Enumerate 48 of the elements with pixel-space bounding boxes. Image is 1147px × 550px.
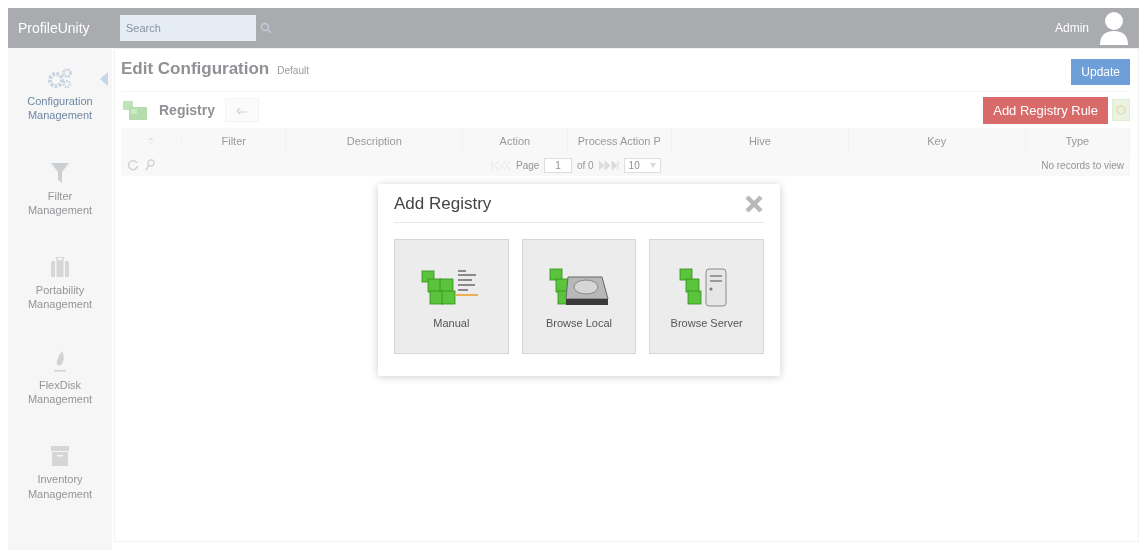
back-button[interactable] [225, 98, 260, 122]
page-input[interactable]: 1 [544, 157, 572, 173]
option-tile[interactable]: Manual [394, 239, 509, 354]
column-header[interactable]: Description [286, 128, 464, 154]
empty-message: No records to view [1041, 159, 1124, 171]
sidebar-item[interactable]: Portability Management [8, 255, 112, 312]
search-icon[interactable] [145, 159, 155, 171]
cubes-with-hard-drive-icon [548, 267, 610, 307]
sidebar-item[interactable]: Filter Management [8, 160, 112, 218]
settings-button[interactable] [1112, 99, 1130, 121]
back-arrow-icon [236, 106, 249, 114]
update-button[interactable]: Update [1071, 59, 1130, 85]
search-field[interactable]: Search [120, 15, 256, 41]
user-name[interactable]: Admin [1055, 21, 1089, 35]
flame-icon [53, 350, 67, 373]
option-tile[interactable]: Browse Server [649, 239, 764, 354]
column-header[interactable]: Key [848, 128, 1026, 154]
sidebar-item[interactable]: FlexDisk Management [8, 349, 112, 407]
archive-icon [51, 446, 69, 467]
sort-icon[interactable] [148, 137, 154, 145]
add-registry-rule-button[interactable]: Add Registry Rule [983, 96, 1108, 124]
page-subtitle: Default [277, 65, 309, 76]
column-header[interactable]: Filter [182, 128, 287, 154]
column-header[interactable]: Type [1025, 128, 1130, 154]
page-label: Page [516, 159, 540, 171]
sidebar-item[interactable]: Inventory Management [8, 444, 112, 501]
last-page-icon[interactable] [598, 160, 619, 170]
column-header[interactable]: Action [463, 128, 568, 154]
search-icon[interactable] [260, 22, 272, 34]
dialog-title: Add Registry [394, 194, 492, 214]
registry-cubes-icon [121, 99, 149, 121]
page-title: Edit Configuration [121, 59, 270, 79]
column-header[interactable]: Hive [672, 128, 849, 154]
briefcase-icon [51, 257, 69, 278]
caret-icon [100, 72, 108, 86]
refresh-icon[interactable] [127, 159, 139, 171]
option-tile[interactable]: Browse Local [521, 239, 637, 354]
section-title: Registry [159, 102, 216, 118]
funnel-icon [51, 162, 69, 183]
gears-icon [47, 67, 73, 89]
page-size-select[interactable]: 10 [623, 157, 661, 173]
sidebar-item[interactable]: Configuration Management [8, 66, 112, 123]
close-icon[interactable] [744, 194, 764, 214]
page-count: of 0 [576, 159, 594, 171]
user-avatar-icon[interactable] [1099, 11, 1129, 45]
dropdown-caret-icon [649, 162, 656, 168]
brand-name: ProfileUnity [18, 20, 91, 36]
column-header[interactable]: Process Action P [567, 128, 672, 154]
